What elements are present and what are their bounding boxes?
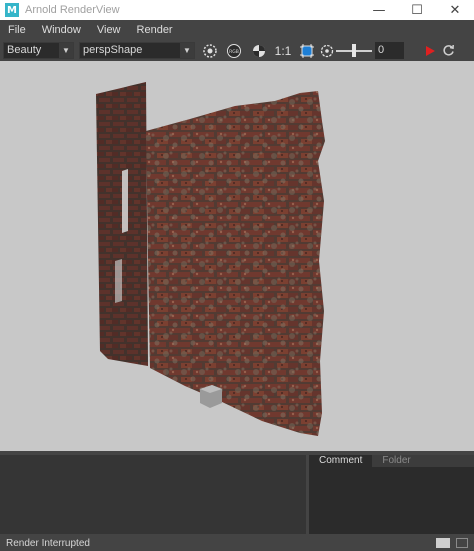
title-bar: M Arnold RenderView — ☐ ✕ xyxy=(0,0,474,20)
chevron-down-icon: ▼ xyxy=(59,43,73,58)
crop-region-icon[interactable] xyxy=(298,42,316,59)
maximize-button[interactable]: ☐ xyxy=(398,0,436,20)
camera-value: perspShape xyxy=(83,44,143,56)
menu-render[interactable]: Render xyxy=(137,24,173,36)
minimize-button[interactable]: — xyxy=(360,0,398,20)
alpha-contrast-icon[interactable] xyxy=(249,42,269,59)
exposure-icon[interactable] xyxy=(318,42,336,59)
tab-comment[interactable]: Comment xyxy=(309,455,373,467)
render-image xyxy=(96,82,325,436)
chevron-down-icon: ▼ xyxy=(180,43,194,58)
exposure-field[interactable]: 0 xyxy=(375,42,404,59)
comment-textarea[interactable] xyxy=(309,467,474,534)
ratio-label[interactable]: 1:1 xyxy=(272,42,294,59)
window-title: Arnold RenderView xyxy=(25,4,120,16)
snapshot-icon[interactable] xyxy=(436,538,450,548)
window-controls: — ☐ ✕ xyxy=(360,0,474,20)
aov-dropdown[interactable]: Beauty ▼ xyxy=(3,42,74,59)
svg-text:RGB: RGB xyxy=(229,49,239,55)
tab-folder[interactable]: Folder xyxy=(372,455,420,467)
render-viewport[interactable] xyxy=(0,61,474,451)
menu-window[interactable]: Window xyxy=(42,24,81,36)
maya-logo-icon: M xyxy=(5,3,19,17)
image-history-panel[interactable] xyxy=(0,455,306,534)
menu-view[interactable]: View xyxy=(97,24,121,36)
render-play-icon[interactable] xyxy=(422,42,438,59)
window-icon[interactable] xyxy=(456,538,468,548)
rgb-icon[interactable]: RGB xyxy=(224,42,244,59)
menu-file[interactable]: File xyxy=(8,24,26,36)
close-button[interactable]: ✕ xyxy=(436,0,474,20)
status-text: Render Interrupted xyxy=(6,538,90,549)
refresh-icon[interactable] xyxy=(440,42,456,59)
camera-dropdown[interactable]: perspShape ▼ xyxy=(79,42,195,59)
region-icon[interactable] xyxy=(200,42,220,59)
menu-bar: File Window View Render xyxy=(0,20,474,40)
toolbar: Beauty ▼ perspShape ▼ RGB 1:1 0 xyxy=(0,40,474,61)
status-bar: Render Interrupted xyxy=(0,536,474,551)
exposure-slider-handle[interactable] xyxy=(352,44,356,57)
aov-value: Beauty xyxy=(7,44,42,56)
side-tabs: Comment Folder xyxy=(309,455,474,467)
